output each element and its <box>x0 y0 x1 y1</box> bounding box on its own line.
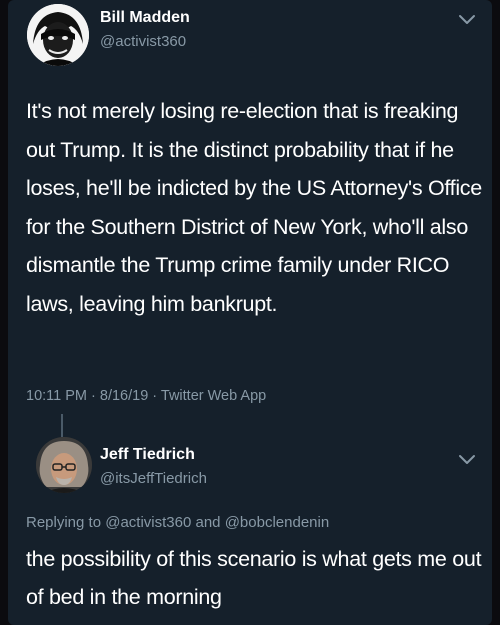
avatar[interactable] <box>36 437 92 493</box>
main-tweet[interactable]: Bill Madden @activist360 It's not merely… <box>8 0 492 430</box>
display-name[interactable]: Bill Madden <box>100 9 190 27</box>
mention-link[interactable]: @activist360 <box>105 514 191 531</box>
user-handle[interactable]: @itsJeffTiedrich <box>100 470 207 487</box>
mention-link[interactable]: @bobclendenin <box>225 514 329 531</box>
tweet-metadata: 10:11 PM · 8/16/19 · Twitter Web App <box>26 388 266 404</box>
tweet-timestamp[interactable]: 10:11 PM · 8/16/19 <box>26 388 148 404</box>
reply-tweet[interactable]: Jeff Tiedrich @itsJeffTiedrich Replying … <box>8 430 492 625</box>
tweet-thread: Bill Madden @activist360 It's not merely… <box>8 0 492 625</box>
chevron-down-icon[interactable] <box>458 14 476 26</box>
avatar-portrait-icon <box>27 4 89 66</box>
source-app-link[interactable]: Twitter Web App <box>161 388 266 404</box>
display-name[interactable]: Jeff Tiedrich <box>100 446 195 464</box>
replying-to-line: Replying to @activist360 and @bobclenden… <box>26 514 329 531</box>
chevron-down-icon[interactable] <box>458 454 476 466</box>
tweet-text: the possibility of this scenario is what… <box>26 547 482 609</box>
tweet-text: It's not merely losing re-election that … <box>26 99 482 316</box>
avatar-portrait-icon <box>36 437 92 493</box>
replying-prefix: Replying to <box>26 514 102 531</box>
meta-separator: · <box>148 388 161 404</box>
avatar[interactable] <box>27 4 89 66</box>
replying-and: and <box>195 514 221 531</box>
user-handle[interactable]: @activist360 <box>100 33 186 50</box>
